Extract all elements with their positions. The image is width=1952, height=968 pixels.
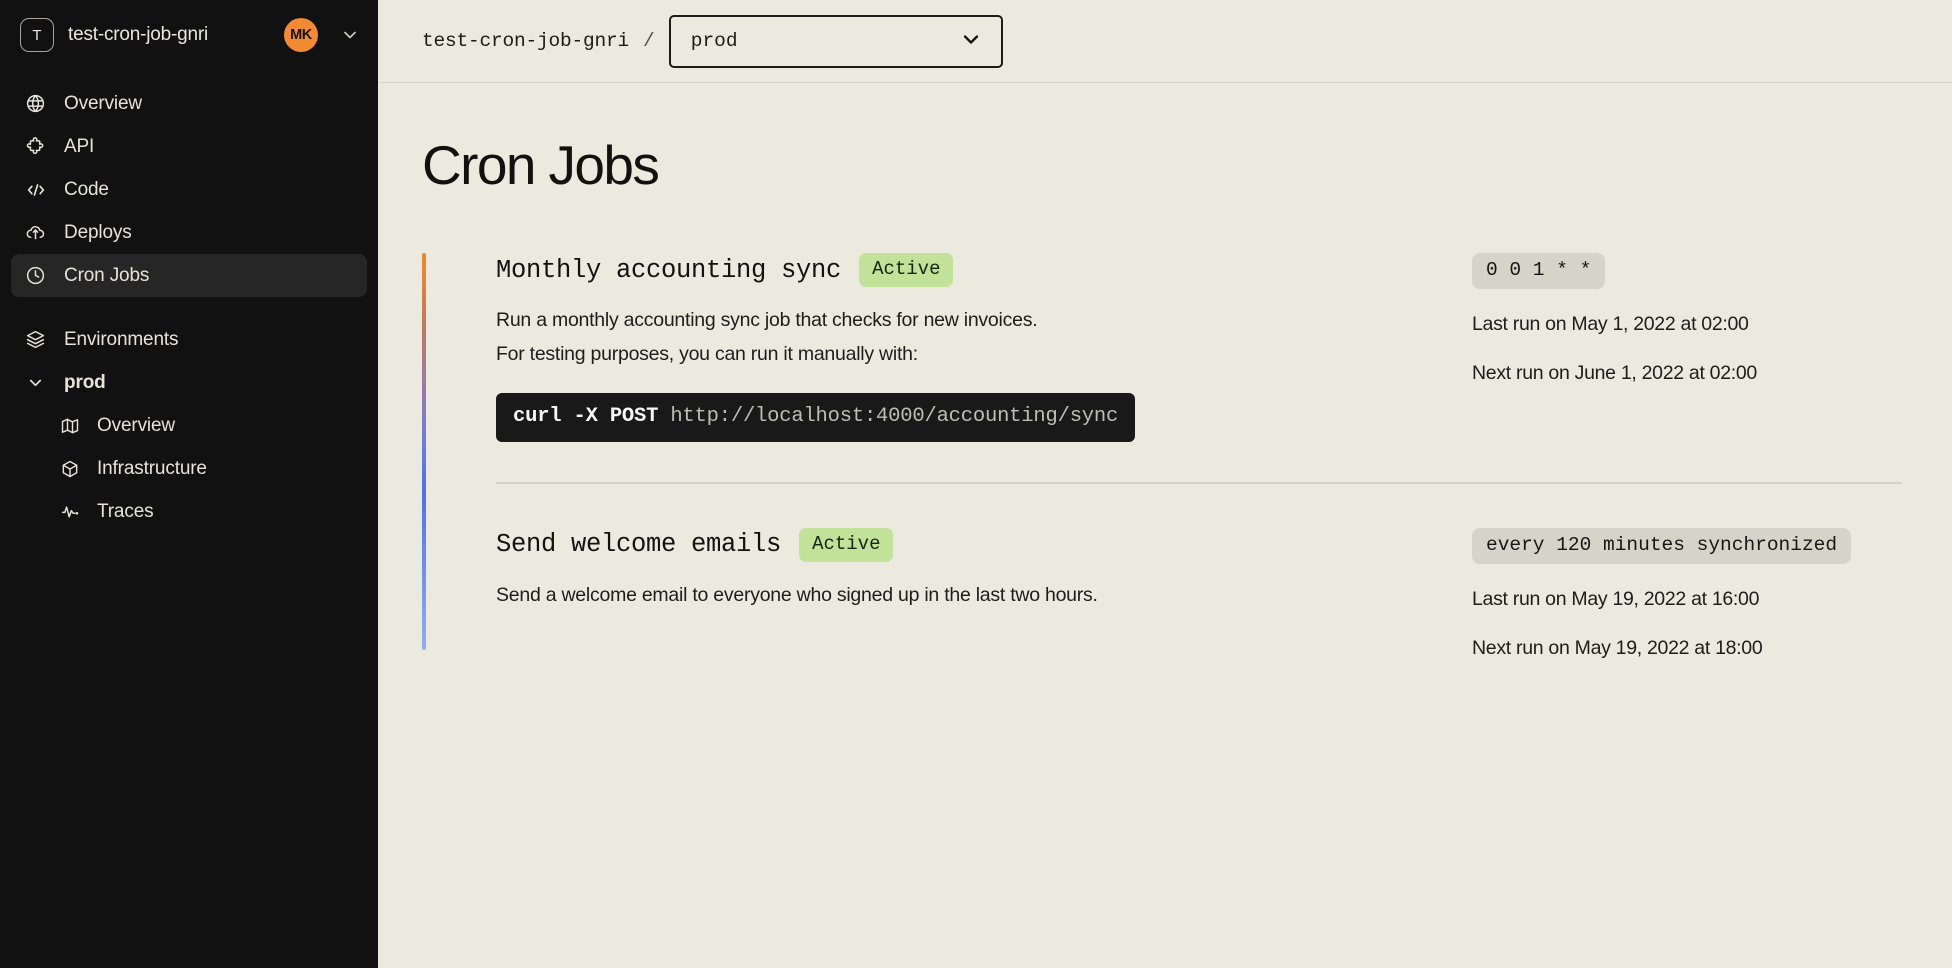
cron-job-title-row: Monthly accounting sync Active [496, 253, 1442, 287]
environment-select[interactable]: prod [668, 14, 1003, 68]
cube-icon [59, 458, 81, 480]
globe-icon [24, 92, 47, 115]
sidebar-header[interactable]: T test-cron-job-gnri MK [0, 0, 378, 70]
cron-job-title-row: Send welcome emails Active [496, 527, 1442, 562]
cron-jobs-list: Monthly accounting sync Active Run a mon… [378, 253, 1952, 660]
sidebar-item-label: Cron Jobs [64, 264, 150, 286]
sidebar-item-label: Deploys [64, 221, 132, 243]
cron-job-title: Send welcome emails [496, 530, 782, 560]
sidebar-subitem-label: Traces [97, 500, 154, 522]
sidebar-item-infrastructure[interactable]: Infrastructure [11, 447, 367, 490]
last-run-text: Last run on May 1, 2022 at 02:00 [1472, 313, 1749, 336]
puzzle-icon [24, 135, 47, 158]
sidebar-subitem-label: Overview [97, 414, 175, 436]
code-command: curl -X POST [513, 405, 671, 429]
sidebar-subitem-label: Infrastructure [97, 457, 207, 479]
sidebar-item-label: Overview [64, 92, 142, 114]
chevron-down-icon [24, 371, 47, 394]
cron-job-details: Send welcome emails Active Send a welcom… [496, 527, 1472, 660]
sidebar-item-overview[interactable]: Overview [11, 82, 367, 125]
schedule-pill: every 120 minutes synchronized [1472, 527, 1852, 565]
next-run-text: Next run on May 19, 2022 at 18:00 [1472, 637, 1763, 660]
chevron-down-icon[interactable] [340, 25, 360, 45]
cron-job-description-line: Send a welcome email to everyone who sig… [496, 583, 1098, 606]
sidebar-item-deploys[interactable]: Deploys [11, 211, 367, 254]
activity-icon [59, 501, 81, 523]
cron-jobs-column: Monthly accounting sync Active Run a mon… [426, 253, 1902, 660]
sidebar-item-env-overview[interactable]: Overview [11, 404, 367, 447]
cron-job-description-line: Run a monthly accounting sync job that c… [496, 309, 1038, 331]
cloud-upload-icon [24, 221, 47, 244]
sidebar-item-label: API [64, 135, 95, 157]
sidebar-env-prod[interactable]: prod [11, 361, 367, 404]
breadcrumb-project[interactable]: test-cron-job-gnri [422, 30, 629, 52]
topbar: test-cron-job-gnri / prod [378, 0, 1952, 83]
cron-job-schedule-info: 0 0 1 * * Last run on May 1, 2022 at 02:… [1472, 253, 1902, 442]
main-area: test-cron-job-gnri / prod Cron Jobs Mont… [378, 0, 1952, 968]
sidebar-item-traces[interactable]: Traces [11, 490, 367, 533]
cron-job-description-line: For testing purposes, you can run it man… [496, 343, 918, 366]
env-name-label: prod [64, 371, 106, 393]
status-badge: Active [799, 527, 894, 562]
project-initial: T [32, 26, 42, 44]
layers-icon [24, 328, 47, 351]
cron-job-card: Send welcome emails Active Send a welcom… [426, 527, 1902, 660]
project-name: test-cron-job-gnri [68, 24, 209, 45]
schedule-pill: 0 0 1 * * [1472, 253, 1606, 290]
sidebar-item-code[interactable]: Code [11, 168, 367, 211]
primary-nav: Overview API Code Deploys Cron Jobs Envi… [0, 82, 378, 533]
status-badge: Active [859, 253, 954, 287]
app-root: T test-cron-job-gnri MK Overview API Cod… [0, 0, 1952, 968]
environments-label: Environments [64, 328, 179, 350]
avatar[interactable]: MK [284, 18, 318, 52]
project-avatar-badge: T [20, 18, 54, 52]
job-divider [496, 482, 1902, 484]
cron-job-card: Monthly accounting sync Active Run a mon… [426, 253, 1902, 443]
manual-run-code-block[interactable]: curl -X POST http://localhost:4000/accou… [496, 393, 1136, 443]
sidebar-item-api[interactable]: API [11, 125, 367, 168]
environment-select-value: prod [690, 30, 738, 52]
cron-job-details: Monthly accounting sync Active Run a mon… [496, 253, 1472, 443]
sidebar: T test-cron-job-gnri MK Overview API Cod… [0, 0, 378, 968]
breadcrumb-separator: / [643, 30, 655, 52]
cron-job-schedule-info: every 120 minutes synchronized Last run … [1472, 527, 1902, 660]
next-run-text: Next run on June 1, 2022 at 02:00 [1472, 362, 1757, 385]
chevron-down-icon [959, 27, 983, 56]
avatar-initials: MK [290, 27, 312, 43]
code-url: http://localhost:4000/accounting/sync [670, 405, 1119, 429]
cron-job-title: Monthly accounting sync [496, 255, 842, 285]
sidebar-item-cron-jobs[interactable]: Cron Jobs [11, 254, 367, 297]
page-content: Cron Jobs Monthly accounting sync Active… [378, 83, 1952, 968]
sidebar-item-label: Code [64, 178, 109, 200]
map-icon [59, 415, 81, 437]
last-run-text: Last run on May 19, 2022 at 16:00 [1472, 588, 1760, 611]
clock-icon [24, 264, 47, 287]
code-brackets-icon [24, 178, 47, 201]
page-title: Cron Jobs [422, 134, 660, 196]
sidebar-item-environments[interactable]: Environments [11, 318, 367, 361]
